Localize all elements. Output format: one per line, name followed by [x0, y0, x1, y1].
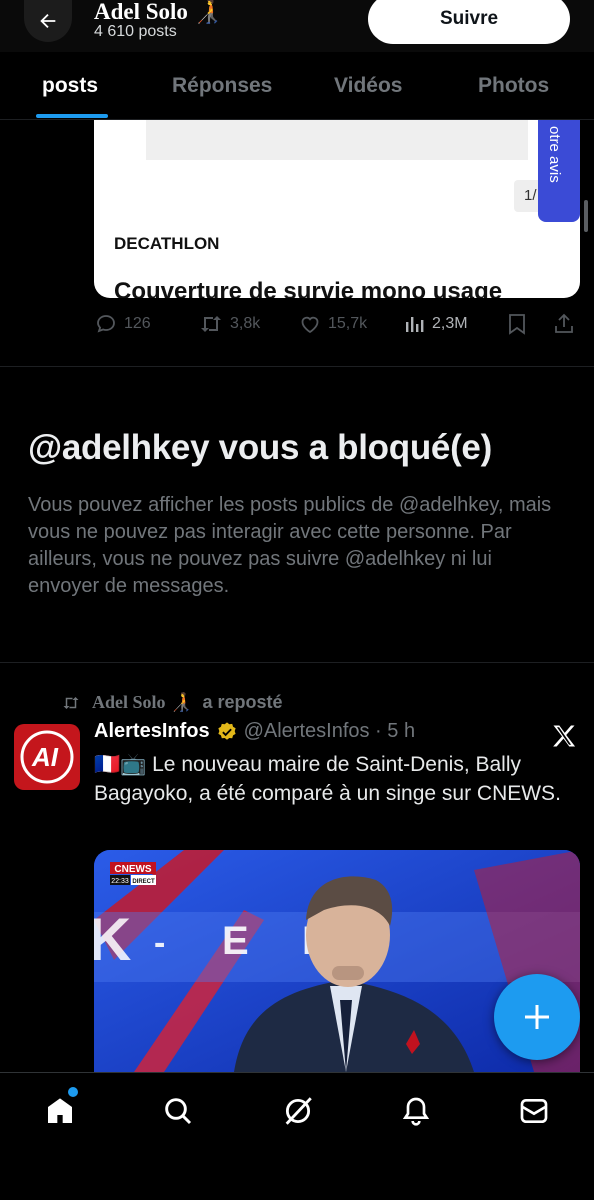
repost-action[interactable]: 3,8k [198, 312, 260, 336]
bottom-navigation [0, 1072, 594, 1200]
nav-search[interactable] [158, 1091, 198, 1131]
like-action[interactable]: 15,7k [298, 312, 367, 336]
ad-title[interactable]: Couverture de survie mono usage [114, 278, 502, 298]
grok-icon [285, 1097, 312, 1125]
live-label: DIRECT [132, 879, 155, 885]
ad-image-placeholder [146, 120, 528, 160]
messages-icon [520, 1099, 548, 1123]
scrollbar[interactable] [584, 200, 588, 232]
channel-name: CNEWS [114, 864, 152, 875]
blocked-title: @adelhkey vous a bloqué(e) [28, 428, 492, 467]
nav-messages[interactable] [514, 1091, 554, 1131]
nav-home[interactable] [40, 1091, 80, 1131]
repost-icon [63, 696, 79, 709]
blocked-description: Vous pouvez afficher les posts publics d… [28, 494, 552, 597]
share-action[interactable] [552, 312, 576, 336]
search-icon [165, 1098, 192, 1125]
bell-icon [402, 1097, 430, 1126]
alertesinfos-logo: AI [20, 730, 74, 784]
nav-grok[interactable] [278, 1091, 318, 1131]
reply-count: 126 [124, 315, 151, 332]
divider [0, 662, 594, 663]
profile-tabs: posts Réponses Vidéos Photos [0, 52, 594, 120]
home-icon [48, 1098, 72, 1123]
cnews-logo: CNEWS 22:33 DIRECT [110, 862, 156, 886]
divider [0, 366, 594, 367]
share-icon [555, 313, 573, 333]
feedback-side-tab[interactable]: otre avis [538, 120, 580, 222]
notification-dot [68, 1087, 78, 1097]
feedback-side-label: otre avis [546, 126, 563, 183]
author-handle-time[interactable]: @AlertesInfos · 5 h [244, 720, 415, 743]
repost-count: 3,8k [230, 315, 261, 332]
avatar[interactable]: AI [14, 724, 80, 790]
svg-text:E: E [222, 919, 249, 963]
post-count: 4 610 posts [94, 23, 177, 40]
heart-icon [301, 316, 319, 334]
tab-photos[interactable]: Photos [478, 74, 549, 98]
nav-notifications[interactable] [396, 1091, 436, 1131]
author-name[interactable]: AlertesInfos [94, 720, 210, 743]
ad-brand: DECATHLON [114, 234, 220, 253]
follow-button[interactable]: Suivre [368, 0, 570, 44]
view-count: 2,3M [432, 315, 468, 332]
tab-posts[interactable]: posts [42, 74, 98, 98]
bookmark-icon [509, 314, 525, 335]
reposter-name: Adel Solo 🧑‍🦯 [92, 692, 193, 712]
profile-header: Adel Solo 🧑‍🦯 4 610 posts Suivre [0, 0, 594, 52]
compose-button[interactable] [494, 974, 580, 1060]
repost-suffix: a reposté [202, 692, 283, 712]
repost-indicator[interactable]: Adel Solo 🧑‍🦯 a reposté [60, 692, 282, 713]
tab-replies[interactable]: Réponses [172, 74, 272, 98]
reply-action[interactable]: 126 [94, 312, 151, 336]
verified-badge-icon [217, 721, 236, 740]
plus-icon [525, 1005, 549, 1029]
avatar-text: AI [31, 742, 59, 772]
reply-icon [97, 315, 115, 333]
ad-card[interactable]: 1/ DECATHLON Couverture de survie mono u… [94, 120, 580, 298]
views-action[interactable]: 2,3M [404, 312, 468, 336]
svg-text:K: K [94, 906, 131, 973]
tweet-header: AlertesInfos @AlertesInfos · 5 h [94, 720, 415, 743]
views-icon [406, 317, 424, 332]
like-count: 15,7k [328, 315, 368, 332]
bookmark-action[interactable] [506, 312, 528, 336]
back-button[interactable] [24, 0, 72, 42]
active-tab-indicator [36, 114, 108, 118]
broadcast-time: 22:33 [111, 878, 129, 885]
tweet-text: 🇫🇷📺 Le nouveau maire de Saint-Denis, Bal… [94, 753, 561, 805]
arrow-left-icon [40, 13, 56, 29]
profile-name: Adel Solo 🧑‍🦯 [94, 0, 223, 24]
svg-text:-: - [154, 924, 165, 962]
post-actions: 126 3,8k 15,7k 2,3M [94, 308, 580, 342]
repost-icon [201, 316, 221, 332]
tab-videos[interactable]: Vidéos [334, 74, 402, 98]
